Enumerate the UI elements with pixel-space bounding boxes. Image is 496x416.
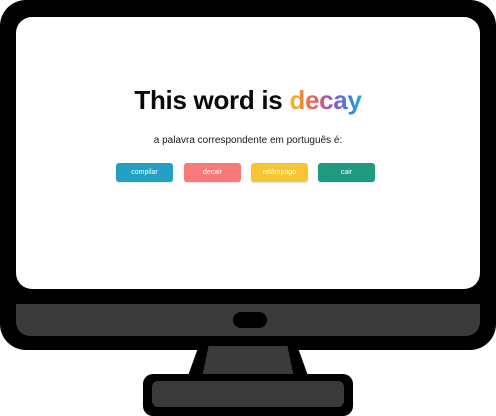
stand-base-inner: [152, 381, 344, 407]
headline-prefix: This word is: [134, 85, 290, 115]
answer-option-cair[interactable]: cair: [318, 163, 375, 182]
question-prompt: a palavra correspondente em português é:: [153, 135, 343, 146]
answer-option-decair[interactable]: decair: [184, 163, 241, 182]
monitor-screen: This word is decay a palavra corresponde…: [16, 17, 480, 289]
headline-word: decay: [289, 85, 362, 115]
power-button-icon: [233, 312, 267, 328]
answer-option-compilar[interactable]: compilar: [116, 163, 173, 182]
answer-option-relampago[interactable]: relâmpago: [251, 163, 308, 182]
answer-options: compilar decair relâmpago cair: [16, 163, 480, 183]
headline: This word is decay: [16, 85, 480, 116]
